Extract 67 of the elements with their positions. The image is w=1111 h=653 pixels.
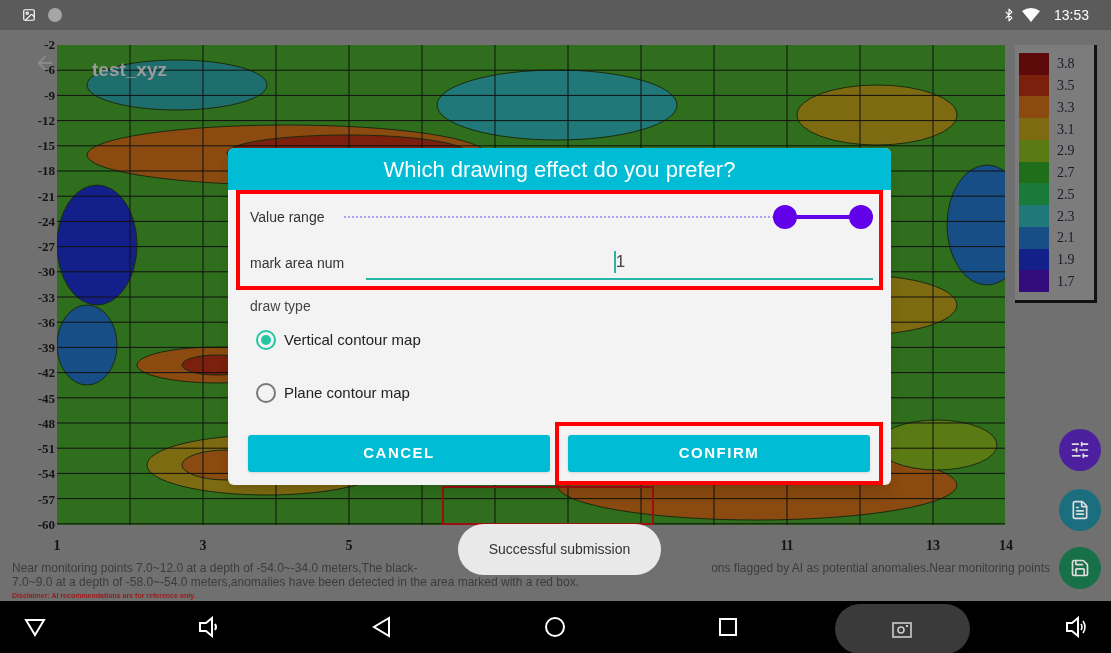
axis-label: -27 — [37, 239, 55, 255]
axis-label: -36 — [37, 314, 55, 331]
axis-label: -42 — [37, 365, 55, 382]
axis-label: -21 — [37, 188, 55, 205]
axis-label: -33 — [37, 289, 55, 306]
axis-label: -60 — [37, 516, 55, 533]
slider-thumb[interactable] — [773, 205, 798, 229]
dialog-title: Which drawing effect do you prefer? — [383, 155, 736, 184]
section-label: draw type — [250, 297, 312, 316]
axis-label: -30 — [37, 264, 55, 281]
legend-label: 3.8 — [1057, 55, 1075, 74]
field-label: mark area num — [250, 253, 346, 273]
slider-thumb[interactable] — [849, 205, 873, 229]
axis-label: -6 — [44, 62, 55, 79]
hide-triangle-icon[interactable] — [24, 616, 46, 638]
legend-label: 3.5 — [1057, 77, 1075, 96]
radio-button[interactable] — [256, 382, 276, 403]
radio-button[interactable] — [256, 330, 276, 351]
document-button[interactable] — [1059, 489, 1101, 531]
legend-label: 1.7 — [1057, 272, 1075, 291]
legend-label: 2.3 — [1057, 207, 1075, 226]
home-icon[interactable] — [544, 616, 566, 638]
document-icon — [1070, 500, 1090, 520]
axis-label: 11 — [780, 537, 794, 555]
axis-label: -51 — [37, 441, 55, 457]
axis-label: -54 — [37, 466, 55, 483]
toast-message: Successful submission — [458, 524, 661, 575]
radio-option[interactable]: Plane contour map — [256, 381, 410, 404]
image-icon — [22, 8, 36, 22]
legend-label: 3.1 — [1057, 120, 1075, 139]
back-icon[interactable] — [370, 616, 393, 638]
axis-label: -48 — [37, 415, 55, 432]
legend-label: 3.3 — [1057, 98, 1075, 117]
axis-label: 13 — [926, 537, 940, 555]
save-button[interactable] — [1059, 547, 1101, 589]
axis-label: 14 — [999, 537, 1013, 555]
legend-label: 2.5 — [1057, 185, 1075, 204]
legend-label: 1.9 — [1057, 250, 1075, 269]
volume-icon[interactable] — [1064, 616, 1087, 638]
axis-label: -9 — [44, 87, 55, 104]
legend-label: 2.7 — [1057, 164, 1075, 183]
axis-label: 1 — [53, 537, 61, 555]
axis-label: -15 — [37, 138, 55, 154]
axis-label: 5 — [345, 537, 353, 555]
axis-label: -39 — [37, 340, 55, 356]
axis-label: -12 — [37, 112, 55, 129]
field-label: Value range — [250, 207, 326, 227]
number-input-field[interactable]: 1 — [366, 246, 873, 280]
save-icon — [1070, 558, 1090, 578]
axis-label: -18 — [37, 163, 55, 180]
clock-time: 13:53 — [1053, 5, 1089, 25]
recents-icon[interactable] — [717, 616, 740, 638]
settings-button[interactable] — [1059, 429, 1101, 471]
wifi-icon — [1021, 8, 1040, 22]
range-slider[interactable] — [344, 205, 873, 229]
axis-label: -57 — [37, 491, 55, 508]
camera-icon — [892, 620, 913, 638]
radio-option[interactable]: Vertical contour map — [256, 329, 421, 352]
axis-label: -24 — [37, 213, 55, 230]
legend-label: 2.9 — [1057, 142, 1075, 161]
legend-label: 2.1 — [1057, 229, 1075, 248]
axis-label: -2 — [44, 37, 55, 53]
screenshot-button[interactable] — [834, 604, 970, 653]
speaker-icon[interactable] — [197, 616, 220, 638]
sliders-icon — [1070, 440, 1090, 460]
axis-label: 3 — [199, 537, 207, 555]
axis-label: -45 — [37, 390, 55, 407]
